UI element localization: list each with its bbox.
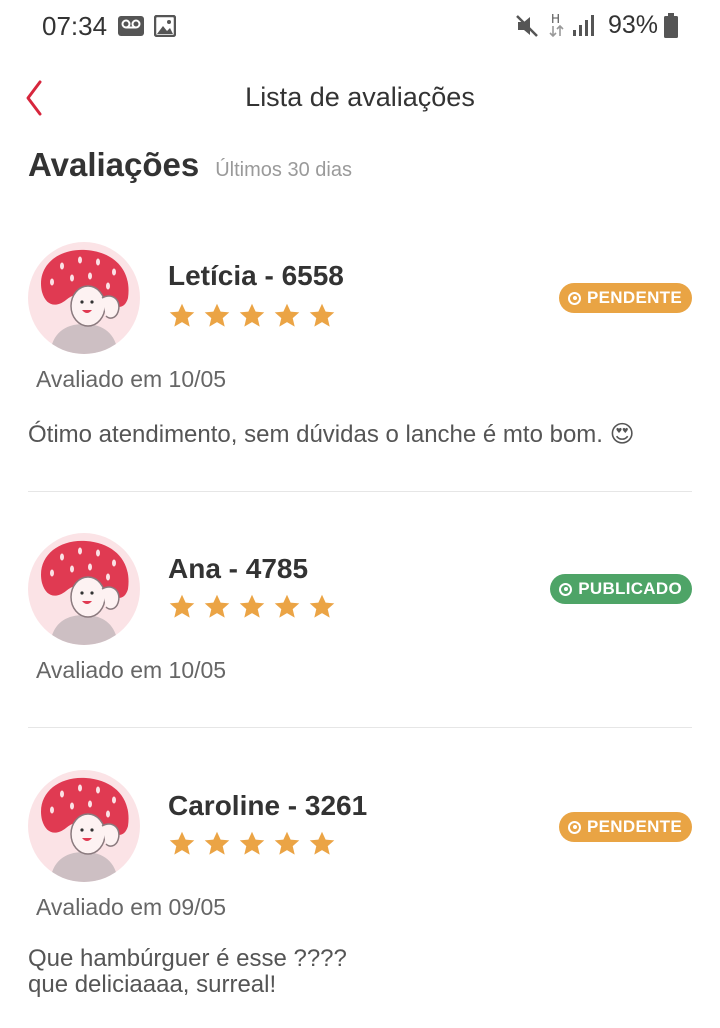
page-title: Lista de avaliações (245, 82, 475, 112)
status-bar: 07:34 H 93% (0, 0, 720, 52)
star-icon (274, 303, 300, 327)
status-label: PENDENTE (587, 817, 682, 836)
star-icon (309, 831, 335, 855)
avatar (28, 533, 140, 645)
signal-icon (573, 15, 594, 36)
status-label: PENDENTE (587, 288, 682, 307)
review-comment: Que hambúrguer é esse ???? que deliciaaa… (28, 945, 347, 998)
star-icon (309, 594, 335, 618)
section-title: Avaliações (28, 146, 200, 183)
battery-percent: 93% (608, 11, 659, 39)
status-dot-icon (568, 291, 582, 305)
star-icon (274, 594, 300, 618)
status-badge: PUBLICADO (550, 574, 692, 604)
divider (28, 491, 692, 492)
rating-stars (168, 593, 336, 623)
reviewer-name: Caroline - 3261 (168, 790, 368, 821)
star-icon (274, 831, 300, 855)
section-header: Avaliações Últimos 30 dias (28, 146, 352, 190)
status-label: PUBLICADO (578, 579, 682, 598)
divider (28, 727, 692, 728)
avatar (28, 242, 140, 354)
star-icon (204, 594, 230, 618)
star-icon (239, 594, 265, 618)
status-badge: PENDENTE (559, 283, 692, 313)
star-icon (169, 594, 195, 618)
period-filter-label: Últimos 30 dias (215, 159, 352, 181)
review-card[interactable]: Ana - 4785 PUBLICADO Avaliado em 10/05 (0, 533, 720, 713)
star-icon (169, 831, 195, 855)
rating-stars (168, 302, 336, 332)
mute-icon (516, 15, 538, 37)
battery-icon (664, 13, 678, 38)
top-bar: Lista de avaliações (0, 70, 720, 126)
review-date: Avaliado em 10/05 (36, 657, 227, 683)
voicemail-icon (118, 16, 144, 36)
reviewer-name: Letícia - 6558 (168, 260, 344, 291)
review-card[interactable]: Caroline - 3261 PENDENTE Avaliado em 09/… (0, 770, 720, 1010)
star-icon (239, 831, 265, 855)
network-h-icon: H (549, 12, 564, 38)
status-badge: PENDENTE (559, 812, 692, 842)
star-icon (239, 303, 265, 327)
star-icon (309, 303, 335, 327)
star-icon (204, 303, 230, 327)
review-comment: Ótimo atendimento, sem dúvidas o lanche … (28, 421, 635, 448)
image-icon (154, 15, 176, 37)
status-dot-icon (568, 820, 582, 834)
status-dot-icon (559, 582, 573, 596)
svg-text:H: H (551, 12, 560, 26)
review-card[interactable]: Letícia - 6558 PENDENTE Avaliado em 10/0… (0, 240, 720, 490)
star-icon (169, 303, 195, 327)
review-date: Avaliado em 09/05 (36, 894, 227, 920)
status-time: 07:34 (42, 11, 108, 41)
review-date: Avaliado em 10/05 (36, 366, 227, 392)
rating-stars (168, 830, 336, 860)
reviewer-name: Ana - 4785 (168, 553, 309, 584)
star-icon (204, 831, 230, 855)
avatar (28, 770, 140, 882)
